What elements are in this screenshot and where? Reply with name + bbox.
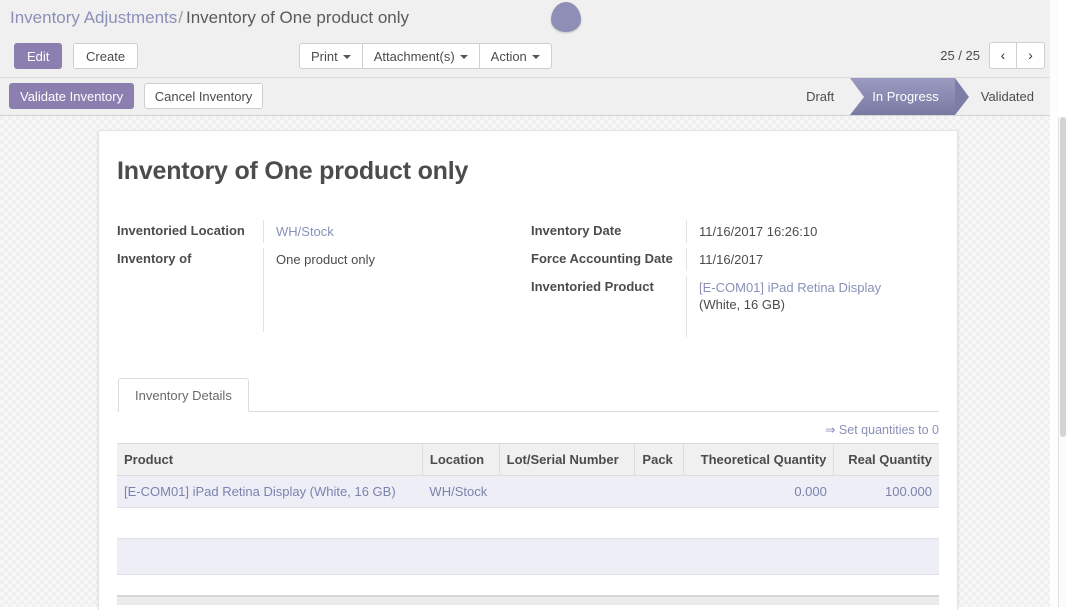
app-container: Inventory Adjustments/Inventory of One p… — [0, 0, 1058, 610]
cell-real-quantity[interactable]: 100.000 — [833, 475, 939, 508]
chevron-down-icon — [342, 55, 351, 59]
field-value: [E-COM01] iPad Retina Display (White, 16… — [686, 276, 939, 337]
vertical-scrollbar[interactable] — [1058, 117, 1066, 607]
stage-validated[interactable]: Validated — [954, 78, 1050, 115]
chevron-down-icon — [459, 55, 468, 59]
table-spacer-cell — [117, 507, 939, 539]
field-value: 11/16/2017 16:26:10 — [686, 220, 939, 243]
list-toolbar: ⇒ Set quantities to 0 — [117, 420, 939, 443]
field-inventory-of: Inventory of One product only — [117, 248, 528, 332]
inventory-lines-table: Product Location Lot/Serial Number Pack … — [117, 443, 939, 575]
field-label: Inventoried Product — [531, 279, 654, 294]
action-label: Action — [490, 49, 527, 64]
pager-next-button[interactable]: › — [1017, 42, 1045, 69]
pager-previous-button[interactable]: ‹ — [989, 42, 1017, 69]
breadcrumb-parent-link[interactable]: Inventory Adjustments — [10, 8, 177, 27]
print-label: Print — [311, 49, 338, 64]
scrollbar-thumb[interactable] — [1060, 117, 1066, 437]
table-row[interactable]: [E-COM01] iPad Retina Display (White, 16… — [117, 475, 939, 508]
column-header-real-quantity[interactable]: Real Quantity — [833, 443, 939, 476]
action-dropdown[interactable]: Action — [479, 43, 552, 69]
print-dropdown[interactable]: Print — [299, 43, 363, 69]
stage-statusbar: Draft In Progress Validated — [790, 78, 1050, 115]
field-label: Inventory Date — [531, 223, 622, 238]
cell-location[interactable] — [422, 538, 500, 575]
cell-pack[interactable] — [634, 475, 684, 508]
form-sheet: Inventory of One product only Inventorie… — [98, 130, 958, 610]
breadcrumb-separator: / — [178, 8, 183, 27]
notebook-page-inventory-details: ⇒ Set quantities to 0 Product Location L… — [117, 412, 939, 605]
field-inventoried-location: Inventoried Location WH/Stock — [117, 220, 528, 243]
column-header-lot-serial-number[interactable]: Lot/Serial Number — [499, 443, 636, 476]
form-group-right: Inventory Date 11/16/2017 16:26:10 Force… — [528, 220, 939, 342]
pager-counter: 25 / 25 — [940, 48, 980, 63]
inventoried-product-link[interactable]: [E-COM01] iPad Retina Display — [699, 280, 881, 295]
set-quantities-to-zero-link[interactable]: ⇒ Set quantities to 0 — [825, 423, 939, 437]
table-body: [E-COM01] iPad Retina Display (White, 16… — [117, 475, 939, 575]
inventoried-location-link[interactable]: WH/Stock — [276, 224, 334, 239]
field-inventory-date: Inventory Date 11/16/2017 16:26:10 — [531, 220, 939, 243]
edit-button[interactable]: Edit — [14, 43, 63, 69]
pager: 25 / 25 ‹ › — [940, 42, 1045, 69]
breadcrumb-current: Inventory of One product only — [186, 8, 410, 27]
form-groups: Inventoried Location WH/Stock Inventory … — [117, 220, 939, 342]
cell-product[interactable]: [E-COM01] iPad Retina Display (White, 16… — [117, 475, 423, 508]
workflow-buttons: Validate Inventory Cancel Inventory — [9, 83, 264, 109]
chevron-down-icon — [531, 55, 540, 59]
field-label: Force Accounting Date — [531, 251, 673, 266]
validate-inventory-button[interactable]: Validate Inventory — [9, 83, 135, 109]
form-group-left: Inventoried Location WH/Stock Inventory … — [117, 220, 528, 342]
column-header-theoretical-quantity[interactable]: Theoretical Quantity — [683, 443, 835, 476]
field-label: Inventory of — [117, 251, 192, 266]
attachments-dropdown[interactable]: Attachment(s) — [362, 43, 480, 69]
attachments-label: Attachment(s) — [373, 49, 455, 64]
tab-inventory-details[interactable]: Inventory Details — [118, 378, 249, 412]
cell-real-quantity[interactable] — [833, 538, 939, 575]
record-buttons: Edit Create — [14, 43, 139, 69]
field-label: Inventoried Location — [117, 223, 245, 238]
cell-pack[interactable] — [634, 538, 684, 575]
table-header-row: Product Location Lot/Serial Number Pack … — [117, 443, 939, 476]
cancel-inventory-button[interactable]: Cancel Inventory — [143, 83, 264, 109]
stage-draft[interactable]: Draft — [790, 78, 851, 115]
field-force-accounting-date: Force Accounting Date 11/16/2017 — [531, 248, 939, 271]
cell-lot-serial-number[interactable] — [499, 538, 635, 575]
stage-in-progress[interactable]: In Progress — [850, 78, 970, 115]
sheet-bottom-divider — [117, 595, 939, 605]
breadcrumb: Inventory Adjustments/Inventory of One p… — [10, 7, 409, 29]
cell-theoretical-quantity[interactable] — [683, 538, 834, 575]
table-spacer-row — [117, 507, 939, 539]
field-value: 11/16/2017 — [686, 248, 939, 271]
cell-location[interactable]: WH/Stock — [422, 475, 500, 508]
cell-product[interactable] — [117, 538, 423, 575]
table-empty-row[interactable] — [117, 538, 939, 575]
cell-lot-serial-number[interactable] — [499, 475, 635, 508]
status-bar: Validate Inventory Cancel Inventory Draf… — [0, 78, 1058, 116]
page-title: Inventory of One product only — [117, 157, 469, 185]
inventoried-product-variant: (White, 16 GB) — [699, 297, 785, 312]
column-header-pack[interactable]: Pack — [634, 443, 684, 476]
create-button[interactable]: Create — [73, 43, 139, 69]
notebook: Inventory Details ⇒ Set quantities to 0 … — [117, 378, 939, 605]
scrollbar-track-background — [1050, 0, 1058, 607]
sidebar-toolbar: Print Attachment(s) Action — [299, 43, 552, 69]
column-header-product[interactable]: Product — [117, 443, 423, 476]
pager-buttons: ‹ › — [989, 42, 1045, 69]
field-value: WH/Stock — [263, 220, 528, 243]
cell-theoretical-quantity[interactable]: 0.000 — [683, 475, 834, 508]
notebook-tabs: Inventory Details — [117, 378, 939, 412]
control-panel: Inventory Adjustments/Inventory of One p… — [0, 0, 1058, 78]
pointer-indicator — [551, 2, 581, 32]
table-head: Product Location Lot/Serial Number Pack … — [117, 443, 939, 476]
column-header-location[interactable]: Location — [422, 443, 500, 476]
field-inventoried-product: Inventoried Product [E-COM01] iPad Retin… — [531, 276, 939, 337]
field-value: One product only — [263, 248, 528, 332]
